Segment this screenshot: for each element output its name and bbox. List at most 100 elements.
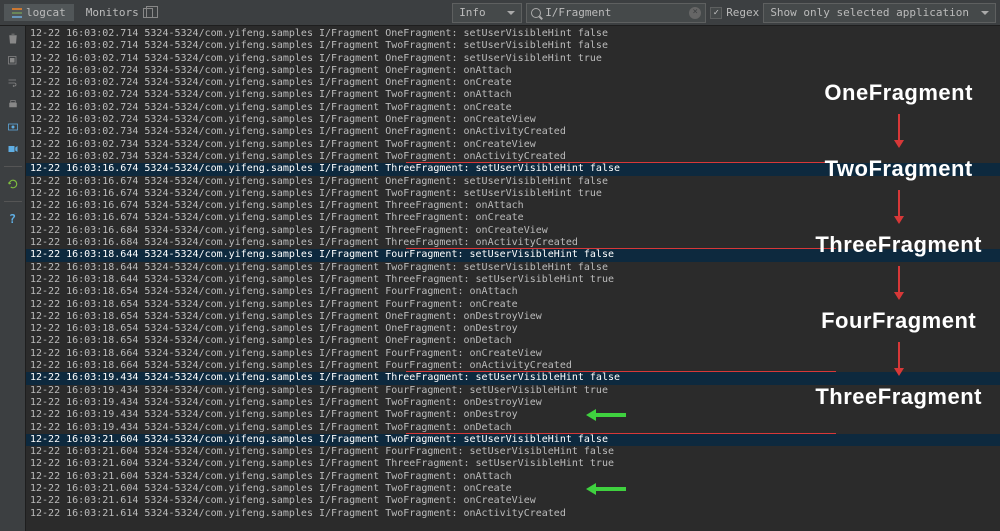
log-line-message: ThreeFragment: onAttach xyxy=(385,200,523,211)
log-line-prefix: 12-22 16:03:19.434 5324-5324/com.yifeng.… xyxy=(30,385,385,396)
log-line-message: OneFragment: onDestroyView xyxy=(385,311,542,322)
log-line-message: OneFragment: onAttach xyxy=(385,65,511,76)
log-line-prefix: 12-22 16:03:02.734 5324-5324/com.yifeng.… xyxy=(30,126,385,137)
trash-icon[interactable] xyxy=(6,32,20,46)
log-line[interactable]: 12-22 16:03:21.614 5324-5324/com.yifeng.… xyxy=(26,508,1000,520)
log-level-dropdown[interactable]: Info xyxy=(452,3,522,23)
log-line-prefix: 12-22 16:03:21.614 5324-5324/com.yifeng.… xyxy=(30,495,385,506)
log-line-prefix: 12-22 16:03:02.714 5324-5324/com.yifeng.… xyxy=(30,53,385,64)
log-line-message: ThreeFragment: onCreate xyxy=(385,212,523,223)
logcat-toolbar: logcat Monitors Info I/Fragment × ✓ Rege… xyxy=(0,0,1000,26)
log-line-prefix: 12-22 16:03:19.434 5324-5324/com.yifeng.… xyxy=(30,409,385,420)
log-line-message: FourFragment: onCreateView xyxy=(385,348,542,359)
log-line-message: TwoFragment: onDestroy xyxy=(385,409,517,420)
log-line-message: TwoFragment: onCreateView xyxy=(385,495,536,506)
log-line-prefix: 12-22 16:03:02.724 5324-5324/com.yifeng.… xyxy=(30,102,385,113)
log-line[interactable]: 12-22 16:03:21.604 5324-5324/com.yifeng.… xyxy=(26,471,1000,483)
tab-logcat[interactable]: logcat xyxy=(4,4,74,21)
annotation-label: OneFragment xyxy=(824,80,973,106)
help-icon[interactable]: ? xyxy=(6,212,20,226)
log-line-prefix: 12-22 16:03:16.674 5324-5324/com.yifeng.… xyxy=(30,212,385,223)
annotation-labels: OneFragment TwoFragment ThreeFragment Fo… xyxy=(815,80,982,410)
print-icon[interactable] xyxy=(6,98,20,112)
log-line-prefix: 12-22 16:03:19.434 5324-5324/com.yifeng.… xyxy=(30,397,385,408)
log-line-prefix: 12-22 16:03:02.734 5324-5324/com.yifeng.… xyxy=(30,151,385,162)
log-line[interactable]: 12-22 16:03:21.604 5324-5324/com.yifeng.… xyxy=(26,483,1000,495)
log-line-message: TwoFragment: onActivityCreated xyxy=(385,508,566,519)
log-line-message: FourFragment: setUserVisibleHint false xyxy=(385,249,614,260)
log-line-prefix: 12-22 16:03:18.644 5324-5324/com.yifeng.… xyxy=(30,262,385,273)
log-line-message: FourFragment: onAttach xyxy=(385,286,517,297)
regex-label: Regex xyxy=(726,6,759,19)
log-line-prefix: 12-22 16:03:21.604 5324-5324/com.yifeng.… xyxy=(30,483,385,494)
log-line[interactable]: 12-22 16:03:02.714 5324-5324/com.yifeng.… xyxy=(26,28,1000,40)
log-line-prefix: 12-22 16:03:16.674 5324-5324/com.yifeng.… xyxy=(30,163,385,174)
tab-monitors[interactable]: Monitors xyxy=(78,4,161,21)
annotation-label: ThreeFragment xyxy=(815,384,982,410)
log-line-message: OneFragment: onActivityCreated xyxy=(385,126,566,137)
restart-icon[interactable] xyxy=(6,177,20,191)
log-line-prefix: 12-22 16:03:18.654 5324-5324/com.yifeng.… xyxy=(30,299,385,310)
restore-icon xyxy=(143,8,153,18)
log-line[interactable]: 12-22 16:03:21.604 5324-5324/com.yifeng.… xyxy=(26,458,1000,470)
record-icon[interactable] xyxy=(6,142,20,156)
screenshot-icon[interactable] xyxy=(6,120,20,134)
log-line-prefix: 12-22 16:03:18.654 5324-5324/com.yifeng.… xyxy=(30,335,385,346)
gutter-separator xyxy=(4,166,22,167)
log-search-input[interactable]: I/Fragment × xyxy=(526,3,706,23)
log-line-prefix: 12-22 16:03:02.714 5324-5324/com.yifeng.… xyxy=(30,40,385,51)
log-line-message: FourFragment: onActivityCreated xyxy=(385,360,572,371)
scroll-end-icon[interactable] xyxy=(6,54,20,68)
log-line[interactable]: 12-22 16:03:21.604 5324-5324/com.yifeng.… xyxy=(26,446,1000,458)
log-line[interactable]: 12-22 16:03:02.724 5324-5324/com.yifeng.… xyxy=(26,65,1000,77)
log-line-message: OneFragment: onCreate xyxy=(385,77,511,88)
filter-dropdown[interactable]: Show only selected application xyxy=(763,3,996,23)
log-line-prefix: 12-22 16:03:18.654 5324-5324/com.yifeng.… xyxy=(30,286,385,297)
annotation-label: FourFragment xyxy=(821,308,976,334)
left-gutter: ? xyxy=(0,26,26,531)
log-line-prefix: 12-22 16:03:18.664 5324-5324/com.yifeng.… xyxy=(30,348,385,359)
log-line-message: OneFragment: setUserVisibleHint false xyxy=(385,28,608,39)
log-line-prefix: 12-22 16:03:16.674 5324-5324/com.yifeng.… xyxy=(30,200,385,211)
log-line-message: OneFragment: onDestroy xyxy=(385,323,517,334)
log-line-message: ThreeFragment: onCreateView xyxy=(385,225,548,236)
log-line-prefix: 12-22 16:03:02.724 5324-5324/com.yifeng.… xyxy=(30,65,385,76)
log-line-message: TwoFragment: onDetach xyxy=(385,422,511,433)
log-line-prefix: 12-22 16:03:19.434 5324-5324/com.yifeng.… xyxy=(30,372,385,383)
log-line-prefix: 12-22 16:03:18.654 5324-5324/com.yifeng.… xyxy=(30,323,385,334)
wrap-icon[interactable] xyxy=(6,76,20,90)
log-line-message: FourFragment: setUserVisibleHint false xyxy=(385,446,614,457)
log-line-message: ThreeFragment: setUserVisibleHint false xyxy=(385,163,620,174)
log-line-prefix: 12-22 16:03:18.644 5324-5324/com.yifeng.… xyxy=(30,274,385,285)
chevron-down-icon xyxy=(981,11,989,15)
down-arrow-icon xyxy=(894,266,904,300)
log-line[interactable]: 12-22 16:03:02.714 5324-5324/com.yifeng.… xyxy=(26,53,1000,65)
log-line-prefix: 12-22 16:03:18.654 5324-5324/com.yifeng.… xyxy=(30,311,385,322)
log-line-prefix: 12-22 16:03:02.714 5324-5324/com.yifeng.… xyxy=(30,28,385,39)
log-line-message: OneFragment: onCreateView xyxy=(385,114,536,125)
down-arrow-icon xyxy=(894,190,904,224)
log-line[interactable]: 12-22 16:03:19.434 5324-5324/com.yifeng.… xyxy=(26,409,1000,421)
log-line-prefix: 12-22 16:03:21.604 5324-5324/com.yifeng.… xyxy=(30,471,385,482)
checkbox-icon: ✓ xyxy=(710,7,722,19)
filter-value: Show only selected application xyxy=(770,6,969,19)
log-line[interactable]: 12-22 16:03:21.604 5324-5324/com.yifeng.… xyxy=(26,434,1000,446)
log-line-prefix: 12-22 16:03:21.604 5324-5324/com.yifeng.… xyxy=(30,458,385,469)
log-line-message: ThreeFragment: setUserVisibleHint false xyxy=(385,372,620,383)
log-line-prefix: 12-22 16:03:16.684 5324-5324/com.yifeng.… xyxy=(30,225,385,236)
log-line-prefix: 12-22 16:03:02.734 5324-5324/com.yifeng.… xyxy=(30,139,385,150)
tab-monitors-label: Monitors xyxy=(86,6,139,19)
regex-checkbox[interactable]: ✓ Regex xyxy=(710,6,759,19)
log-line[interactable]: 12-22 16:03:21.614 5324-5324/com.yifeng.… xyxy=(26,495,1000,507)
tab-logcat-label: logcat xyxy=(26,6,66,19)
log-line-message: TwoFragment: onCreate xyxy=(385,102,511,113)
clear-search-icon[interactable]: × xyxy=(689,7,701,19)
log-line-message: TwoFragment: onAttach xyxy=(385,89,511,100)
log-line-message: TwoFragment: setUserVisibleHint false xyxy=(385,434,608,445)
log-line-prefix: 12-22 16:03:02.724 5324-5324/com.yifeng.… xyxy=(30,114,385,125)
log-line-prefix: 12-22 16:03:16.674 5324-5324/com.yifeng.… xyxy=(30,188,385,199)
log-line-message: OneFragment: onDetach xyxy=(385,335,511,346)
log-level-value: Info xyxy=(459,6,486,19)
log-line-message: TwoFragment: onActivityCreated xyxy=(385,151,566,162)
log-line[interactable]: 12-22 16:03:02.714 5324-5324/com.yifeng.… xyxy=(26,40,1000,52)
